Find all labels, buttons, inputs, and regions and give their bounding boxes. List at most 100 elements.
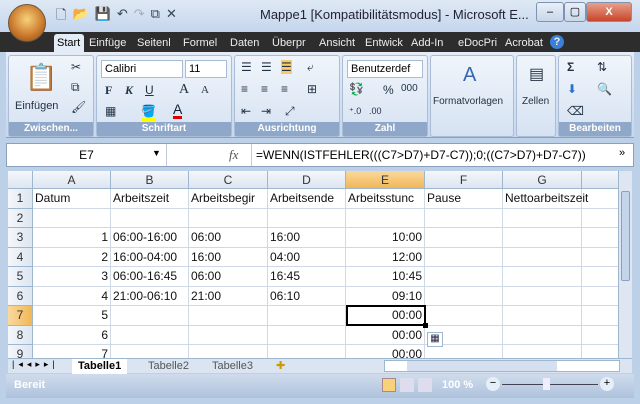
column-header[interactable]: E (346, 171, 425, 189)
font-name-select[interactable]: Calibri (101, 60, 183, 78)
align-right-icon[interactable]: ≡ (281, 82, 288, 96)
zoom-slider-handle[interactable] (543, 378, 550, 390)
redo-icon[interactable]: ↷ (134, 6, 145, 28)
currency-icon[interactable]: 💱 (349, 82, 364, 96)
cell[interactable] (111, 208, 189, 228)
paste-icon[interactable]: 📋 (25, 62, 57, 93)
help-icon[interactable]: ? (550, 35, 564, 49)
font-color-button[interactable]: A (173, 102, 183, 119)
percent-button[interactable]: % (383, 83, 394, 97)
number-format-select[interactable]: Benutzerdef (347, 60, 423, 78)
align-middle-icon[interactable]: ☰ (261, 60, 272, 74)
cell[interactable] (503, 306, 582, 326)
expand-formula-bar-icon[interactable]: » (619, 147, 625, 159)
cell[interactable] (111, 345, 189, 359)
open-icon[interactable]: 📂 (72, 6, 88, 28)
cell[interactable]: 09:10 (346, 286, 425, 306)
zoom-in-button[interactable]: + (600, 377, 614, 391)
cell[interactable]: Arbeitszeit (111, 189, 189, 209)
increase-indent-icon[interactable]: ⇥ (261, 104, 271, 118)
thousands-button[interactable]: 000 (401, 83, 418, 94)
zoom-slider[interactable] (502, 384, 598, 385)
scroll-thumb[interactable] (407, 361, 557, 371)
cell[interactable] (33, 208, 111, 228)
column-header[interactable]: C (189, 171, 268, 189)
cell[interactable] (268, 208, 346, 228)
cell[interactable]: 2 (33, 247, 111, 267)
cell[interactable] (111, 325, 189, 345)
tab-ueberpruefen[interactable]: Überpr (272, 34, 312, 52)
merge-icon[interactable]: ⊞ (307, 82, 317, 96)
cell[interactable]: Pause (425, 189, 503, 209)
cell[interactable] (503, 345, 582, 359)
underline-button[interactable]: U (145, 83, 154, 97)
cell[interactable] (582, 248, 618, 267)
italic-button[interactable]: K (125, 83, 133, 98)
cell[interactable]: 06:10 (268, 286, 346, 306)
cell[interactable] (503, 208, 582, 228)
select-all-button[interactable] (8, 171, 33, 189)
cell[interactable]: Nettoarbeitszeit (503, 189, 588, 209)
cell[interactable] (189, 208, 268, 228)
column-header[interactable]: G (503, 171, 582, 189)
cell[interactable] (582, 209, 618, 228)
cell[interactable]: Arbeitsstunc (346, 189, 425, 209)
cells-button[interactable]: ▤ Zellen (516, 55, 556, 137)
page-layout-view-button[interactable] (400, 378, 414, 392)
tab-add-ins[interactable]: Add-In (411, 34, 451, 52)
sheet-tab[interactable]: Tabelle3 (206, 359, 259, 374)
cell[interactable] (346, 208, 425, 228)
tab-start[interactable]: Start (54, 34, 84, 52)
cell[interactable]: 21:00-06:10 (111, 286, 189, 306)
cell[interactable]: 00:00 (346, 345, 425, 359)
tab-acrobat[interactable]: Acrobat (505, 34, 545, 52)
tab-ansicht[interactable]: Ansicht (319, 34, 359, 52)
bold-button[interactable]: F (105, 83, 112, 98)
column-header[interactable]: A (33, 171, 111, 189)
autosum-button[interactable]: Σ (567, 60, 574, 74)
decrease-decimal-icon[interactable]: .00 (369, 106, 382, 116)
row-header[interactable]: 5 (8, 267, 33, 287)
clear-icon[interactable]: ⌫ (567, 104, 584, 118)
vertical-scrollbar[interactable] (618, 171, 632, 359)
cell[interactable]: 1 (33, 228, 111, 248)
styles-button[interactable]: A Formatvorlagen (430, 55, 514, 137)
cell[interactable] (111, 306, 189, 326)
minimize-button[interactable]: – (536, 2, 564, 22)
cell[interactable] (503, 325, 582, 345)
sheet-tab[interactable]: Tabelle1 (72, 359, 128, 374)
cell[interactable]: 06:00 (189, 267, 268, 287)
row-header[interactable]: 6 (8, 286, 33, 306)
cell[interactable] (582, 345, 618, 359)
cell[interactable]: Arbeitsbegir (189, 189, 268, 209)
cell[interactable]: 4 (33, 286, 111, 306)
cell[interactable] (268, 306, 346, 326)
shrink-font-button[interactable]: A (201, 84, 209, 96)
cell[interactable] (582, 267, 618, 287)
cell[interactable] (582, 228, 618, 248)
copy-icon[interactable]: ⧉ (71, 80, 80, 95)
cell[interactable]: 00:00 (346, 325, 425, 345)
format-painter-icon[interactable]: 🖌 (71, 100, 86, 114)
column-header[interactable]: B (111, 171, 189, 189)
align-center-icon[interactable]: ≡ (261, 82, 268, 96)
cell[interactable]: 6 (33, 325, 111, 345)
cell[interactable]: Datum (33, 189, 111, 209)
cell[interactable] (189, 306, 268, 326)
cell[interactable]: 7 (33, 345, 111, 359)
sheet-tab[interactable]: Tabelle2 (142, 359, 195, 374)
cell[interactable]: 06:00-16:45 (111, 267, 189, 287)
cell[interactable]: 16:00 (268, 228, 346, 248)
cell[interactable] (425, 345, 503, 359)
cut-icon[interactable]: ✕ (166, 6, 177, 28)
sort-filter-icon[interactable]: ⇅ (597, 60, 607, 74)
cell[interactable] (503, 228, 582, 248)
row-header[interactable]: 1 (8, 189, 33, 209)
fill-icon[interactable]: ⬇ (567, 82, 577, 96)
cell[interactable] (425, 228, 503, 248)
tab-edocprinter[interactable]: eDocPri (458, 34, 498, 52)
cell[interactable]: 16:00 (189, 247, 268, 267)
cell[interactable] (189, 325, 268, 345)
cell[interactable] (582, 326, 618, 345)
cell[interactable]: 21:00 (189, 286, 268, 306)
